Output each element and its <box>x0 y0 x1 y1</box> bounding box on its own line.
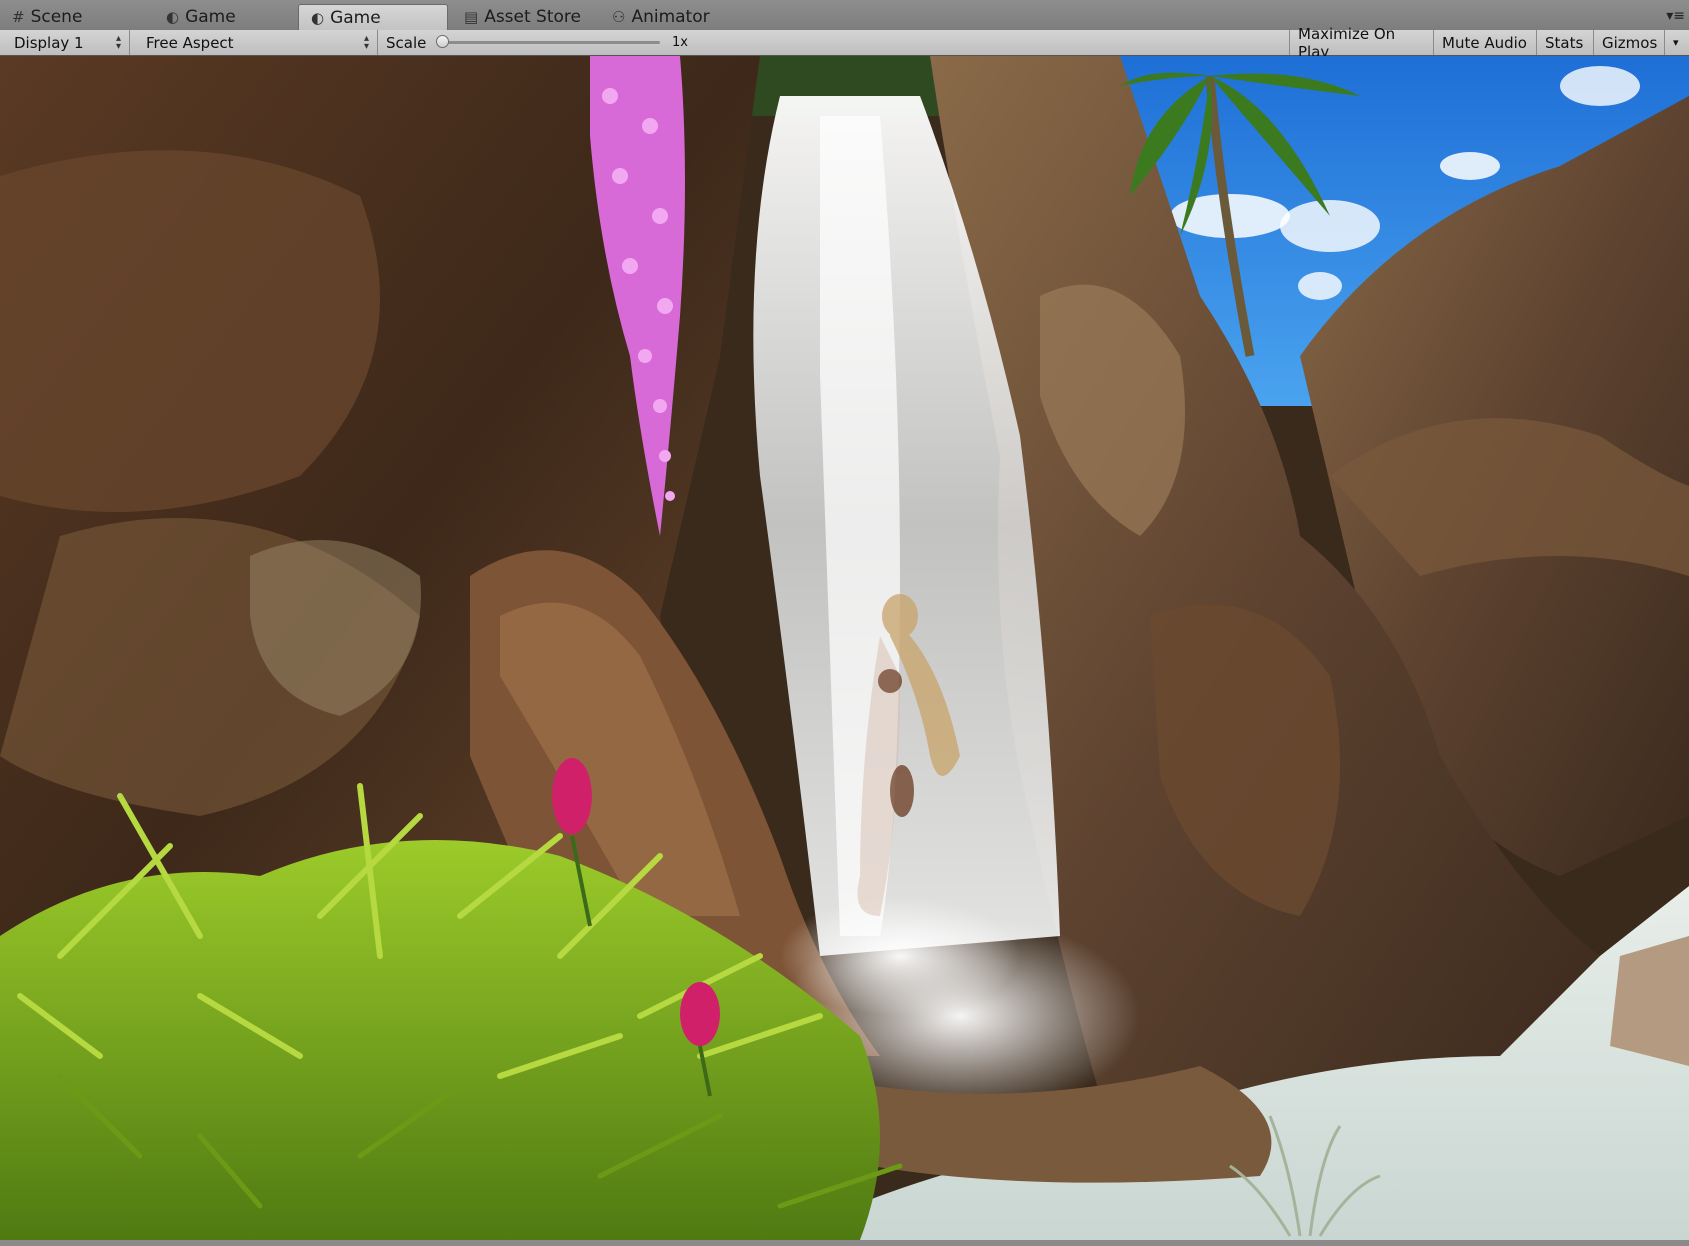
tab-animator[interactable]: ⚇ Animator <box>600 4 740 30</box>
game-controller-icon: ◐ <box>311 9 325 27</box>
scale-label: Scale <box>386 33 427 52</box>
scale-slider-thumb[interactable] <box>436 35 449 48</box>
tab-label: Asset Store <box>484 7 581 27</box>
tab-asset-store[interactable]: ▤ Asset Store <box>452 4 602 30</box>
tab-game-active[interactable]: ◐ Game <box>298 4 448 31</box>
updown-arrows-icon: ▴ ▾ <box>363 32 369 52</box>
grid-icon: # <box>12 8 25 26</box>
game-controller-icon: ◐ <box>166 8 180 26</box>
tab-label: Scene <box>30 7 83 27</box>
tab-options-menu-icon[interactable]: ▾≡ <box>1666 8 1685 24</box>
tab-game[interactable]: ◐ Game <box>152 4 296 30</box>
store-bag-icon: ▤ <box>464 8 479 26</box>
display-value: Display 1 <box>14 33 84 52</box>
scale-slider-track[interactable] <box>440 41 660 44</box>
gizmos-toggle[interactable]: Gizmos <box>1594 30 1666 55</box>
updown-arrows-icon: ▴ ▾ <box>115 32 121 52</box>
game-view-toolbar: Display 1 ▴ ▾ Free Aspect ▴ ▾ Scale 1x Max… <box>0 25 1689 61</box>
gizmos-dropdown-arrow-icon[interactable]: ▾ <box>1664 30 1688 55</box>
maximize-on-play-toggle[interactable]: Maximize On Play <box>1289 25 1434 61</box>
tab-label: Game <box>330 8 381 28</box>
display-dropdown[interactable]: Display 1 ▴ ▾ <box>6 30 130 55</box>
bottom-border <box>0 1240 1689 1246</box>
tab-scene[interactable]: # Scene <box>0 4 150 30</box>
animator-icon: ⚇ <box>612 8 626 26</box>
scale-value: 1x <box>672 35 688 50</box>
tab-label: Game <box>185 7 236 27</box>
game-viewport[interactable] <box>0 56 1689 1240</box>
aspect-dropdown[interactable]: Free Aspect ▴ ▾ <box>138 30 378 55</box>
scene-render <box>0 56 1689 1240</box>
stats-toggle[interactable]: Stats <box>1537 30 1594 55</box>
unity-editor-window: # Scene ◐ Game ◐ Game ▤ Asset Store ⚇ An… <box>0 0 1689 1246</box>
mute-audio-toggle[interactable]: Mute Audio <box>1434 30 1537 55</box>
tab-label: Animator <box>631 7 710 27</box>
tab-bar: # Scene ◐ Game ◐ Game ▤ Asset Store ⚇ An… <box>0 0 1689 31</box>
aspect-value: Free Aspect <box>146 33 234 52</box>
